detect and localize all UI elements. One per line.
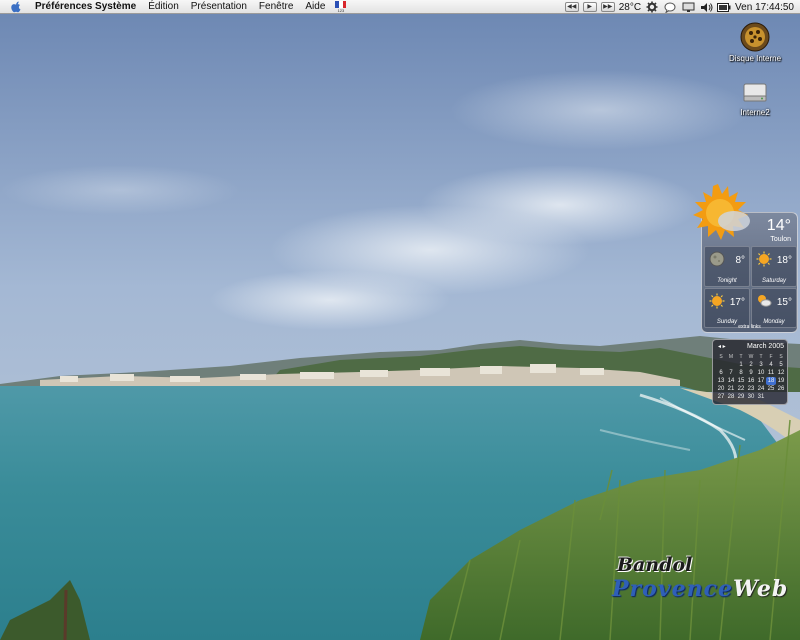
calendar-day[interactable]: 23: [746, 385, 756, 393]
moon-icon: [709, 251, 725, 267]
calendar-day[interactable]: 8: [736, 369, 746, 377]
menu-aide[interactable]: Aide: [299, 1, 331, 12]
sun-icon: [756, 251, 772, 267]
calendar-day[interactable]: 13: [716, 377, 726, 385]
calendar-day[interactable]: 25: [766, 385, 776, 393]
calendar-day[interactable]: 30: [746, 393, 756, 401]
calendar-day[interactable]: 24: [756, 385, 766, 393]
calendar-nav-arrows-icon[interactable]: ◂ ▸: [718, 343, 726, 350]
drive-icon: [743, 83, 767, 102]
calendar-day[interactable]: 3: [756, 361, 766, 369]
input-menu-code: 123: [337, 7, 345, 13]
calendar-day[interactable]: [776, 393, 786, 401]
forecast-temp: 18°: [776, 255, 792, 266]
calendar-day[interactable]: 4: [766, 361, 776, 369]
media-next-button[interactable]: ▶▶: [600, 2, 615, 12]
media-previous-button[interactable]: ◀◀: [564, 2, 579, 12]
watermark-brand: ProvenceWeb: [612, 576, 788, 602]
calendar-day[interactable]: 6: [716, 369, 726, 377]
calendar-day[interactable]: 5: [776, 361, 786, 369]
calendar-day[interactable]: 16: [746, 377, 756, 385]
input-menu-french-flag-icon[interactable]: 123: [335, 0, 347, 13]
desktop-icon-interne2[interactable]: Interne2: [720, 80, 790, 117]
weekday-label: T: [759, 354, 763, 360]
menu-presentation[interactable]: Présentation: [185, 1, 253, 12]
calendar-day[interactable]: 26: [776, 385, 786, 393]
forecast-tonight: 8° Tonight: [704, 246, 750, 287]
calendar-day[interactable]: 17: [756, 377, 766, 385]
bubble-icon[interactable]: [663, 1, 677, 13]
menu-bar: Préférences Système Édition Présentation…: [0, 0, 800, 14]
weekday-label: M: [728, 354, 734, 360]
desktop-icon-disque-interne[interactable]: Disque Interne: [720, 22, 790, 63]
calendar-header: ◂ ▸ March 2005: [718, 343, 784, 350]
watermark-brand-part2: Web: [732, 576, 789, 602]
desktop-icon-label: Disque Interne: [728, 54, 782, 63]
menu-fenetre[interactable]: Fenêtre: [253, 1, 299, 12]
calendar-day[interactable]: 2: [746, 361, 756, 369]
volume-icon[interactable]: [699, 1, 713, 13]
forecast-day: Tonight: [717, 277, 737, 284]
desktop-icon-label: Interne2: [740, 108, 770, 117]
weekday-label: W: [748, 354, 754, 360]
weekday-label: S: [779, 354, 783, 360]
gear-icon[interactable]: [645, 1, 659, 13]
calendar-day[interactable]: 20: [716, 385, 726, 393]
forecast-temp: 17°: [729, 296, 745, 308]
desktop[interactable]: [0, 0, 800, 640]
media-play-button[interactable]: ▶: [582, 2, 597, 12]
forecast-temp: 15°: [776, 296, 792, 308]
calendar-day[interactable]: 22: [736, 385, 746, 393]
calendar-widget[interactable]: ◂ ▸ March 2005 S M T W T F S 1 2 3 4 5 6…: [712, 339, 788, 405]
weekday-label: F: [769, 354, 773, 360]
calendar-day[interactable]: 15: [736, 377, 746, 385]
menubar-temperature[interactable]: 28°C: [619, 2, 641, 13]
menu-app-name[interactable]: Préférences Système: [29, 1, 142, 12]
menubar-clock[interactable]: Ven 17:44:50: [735, 2, 794, 13]
calendar-day[interactable]: 10: [756, 369, 766, 377]
watermark-brand-part1: Provence: [612, 576, 733, 602]
hard-disk-icon: [740, 22, 770, 52]
forecast-sunday: 17° Sunday: [704, 287, 750, 328]
calendar-month: March 2005: [747, 343, 784, 350]
calendar-day[interactable]: [716, 361, 726, 369]
calendar-day[interactable]: 29: [736, 393, 746, 401]
forecast-grid: 8° Tonight 18° Saturday 17° Sunday 15° M…: [704, 246, 797, 328]
calendar-day[interactable]: 27: [716, 393, 726, 401]
sun-icon: [709, 293, 725, 308]
forecast-temp: 8°: [735, 255, 745, 266]
battery-icon[interactable]: [717, 1, 731, 13]
calendar-day[interactable]: 21: [726, 385, 736, 393]
menu-extras: ◀◀ ▶ ▶▶ 28°C Ven 17:44:50: [564, 0, 794, 14]
calendar-day[interactable]: 12: [776, 369, 786, 377]
forecast-day: Saturday: [761, 277, 786, 284]
wallpaper-bandol-bay: [0, 0, 800, 640]
calendar-day[interactable]: 28: [726, 393, 736, 401]
weather-city: Toulon: [770, 236, 791, 243]
calendar-day[interactable]: 14: [726, 377, 736, 385]
calendar-day[interactable]: 9: [746, 369, 756, 377]
calendar-day[interactable]: [766, 393, 776, 401]
calendar-day[interactable]: 7: [726, 369, 736, 377]
calendar-day[interactable]: 1: [736, 361, 746, 369]
calendar-day-today[interactable]: 18: [766, 377, 776, 385]
calendar-day[interactable]: 19: [776, 377, 786, 385]
partly-cloudy-icon: [758, 294, 772, 307]
calendar-grid: S M T W T F S 1 2 3 4 5 6 7 8 9 10 11 12…: [716, 353, 786, 401]
forecast-saturday: 18° Saturday: [751, 246, 797, 287]
weekday-label: S: [719, 354, 723, 360]
calendar-day[interactable]: 11: [766, 369, 776, 377]
apple-menu-icon[interactable]: [9, 0, 23, 14]
calendar-day[interactable]: 31: [756, 393, 766, 401]
display-icon[interactable]: [681, 1, 695, 13]
extra-links[interactable]: extra links: [702, 324, 797, 330]
weekday-label: T: [739, 354, 743, 360]
watermark-title: Bandol: [617, 554, 693, 576]
calendar-day[interactable]: [726, 361, 736, 369]
current-temperature: 14°: [766, 217, 791, 234]
menu-edition[interactable]: Édition: [142, 1, 185, 12]
current-weather-sun-icon: [693, 184, 750, 240]
forecast-monday: 15° Monday: [751, 287, 797, 328]
